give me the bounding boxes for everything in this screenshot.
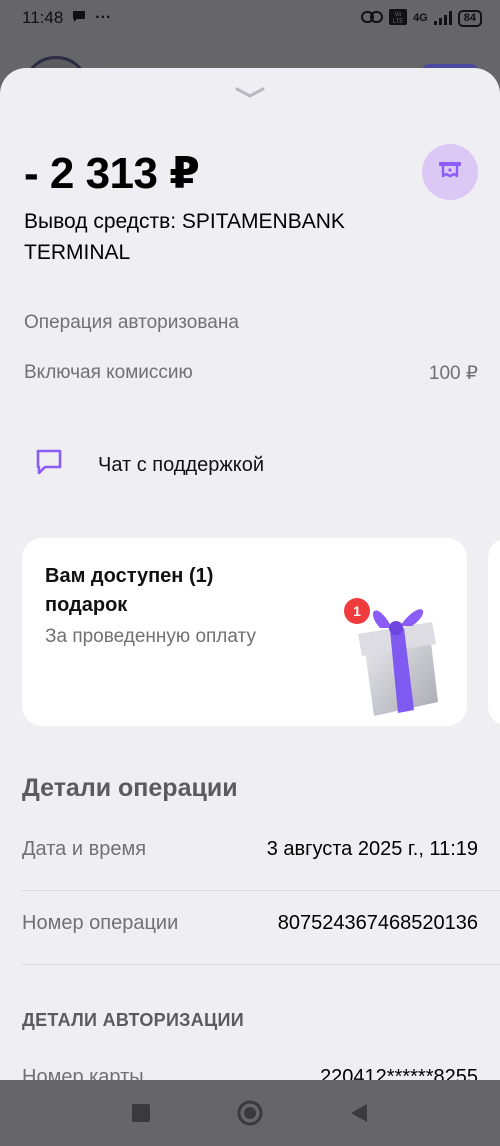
- chat-bubble-icon: [71, 8, 87, 29]
- detail-row-date: Дата и время 3 августа 2025 г., 11:19: [22, 838, 478, 861]
- transaction-amount: - 2 313 ₽: [24, 149, 200, 198]
- support-chat-label: Чат с поддержкой: [98, 453, 265, 476]
- battery-icon: 84: [457, 9, 482, 27]
- divider: [22, 890, 500, 891]
- detail-row-card-number: Номер карты 220412******8255: [22, 1066, 478, 1080]
- operation-status: Операция авторизована: [24, 312, 239, 333]
- details-title: Детали операции: [22, 774, 238, 802]
- fee-label: Включая комиссию: [24, 362, 193, 383]
- navigation-bar: [0, 1080, 500, 1146]
- svg-text:LTE: LTE: [393, 19, 404, 25]
- status-time: 11:48: [22, 8, 64, 27]
- divider: [22, 964, 500, 965]
- square-icon: [131, 1104, 150, 1122]
- svg-text:Vo: Vo: [395, 12, 403, 18]
- support-chat-link[interactable]: Чат с поддержкой: [34, 448, 264, 482]
- detail-row-operation-number[interactable]: Номер операции 807524367468520136: [22, 912, 478, 935]
- gift-card[interactable]: Вам доступен (1) подарок За проведенную …: [22, 538, 467, 726]
- detail-label: Номер карты: [22, 1066, 144, 1080]
- network-type: 4G: [413, 12, 428, 24]
- volte-icon: Vo LTE: [389, 8, 408, 28]
- triangle-back-icon: [351, 1104, 368, 1122]
- gift-subtitle: За проведенную оплату: [45, 626, 256, 647]
- recents-button[interactable]: [126, 1098, 156, 1128]
- fee-value: 100 ₽: [428, 363, 478, 384]
- transaction-title: Вывод средств: SPITAMENBANK TERMINAL: [24, 210, 345, 264]
- receipt-icon: [436, 158, 464, 187]
- gift-box-icon: 1: [334, 594, 458, 722]
- detail-label: Дата и время: [22, 838, 147, 860]
- detail-label: Номер операции: [22, 912, 179, 934]
- back-button[interactable]: [344, 1098, 374, 1128]
- detail-value: 3 августа 2025 г., 11:19: [266, 838, 478, 860]
- receipt-button[interactable]: [422, 144, 478, 200]
- gift-title: Вам доступен (1) подарок: [45, 565, 214, 616]
- circle-icon: [237, 1100, 263, 1126]
- transaction-sheet: - 2 313 ₽ Вывод средств: SPITAMENBANK TE…: [0, 68, 500, 1080]
- auth-details-title: ДЕТАЛИ АВТОРИЗАЦИИ: [22, 1010, 244, 1030]
- link-icon: [361, 10, 384, 27]
- status-overflow: ···: [95, 9, 112, 26]
- chat-icon: [34, 448, 64, 482]
- gift-badge: 1: [353, 603, 361, 619]
- next-offer-card[interactable]: [488, 538, 500, 726]
- status-bar: 11:48 ··· Vo LTE 4G 84: [0, 0, 500, 36]
- home-button[interactable]: [235, 1098, 265, 1128]
- detail-value: 220412******8255: [320, 1066, 478, 1080]
- detail-value: 807524367468520136: [277, 912, 478, 934]
- chevron-down-icon[interactable]: [234, 86, 266, 100]
- signal-icon: [433, 11, 452, 25]
- fee-row: Включая комиссию 100 ₽: [24, 362, 478, 385]
